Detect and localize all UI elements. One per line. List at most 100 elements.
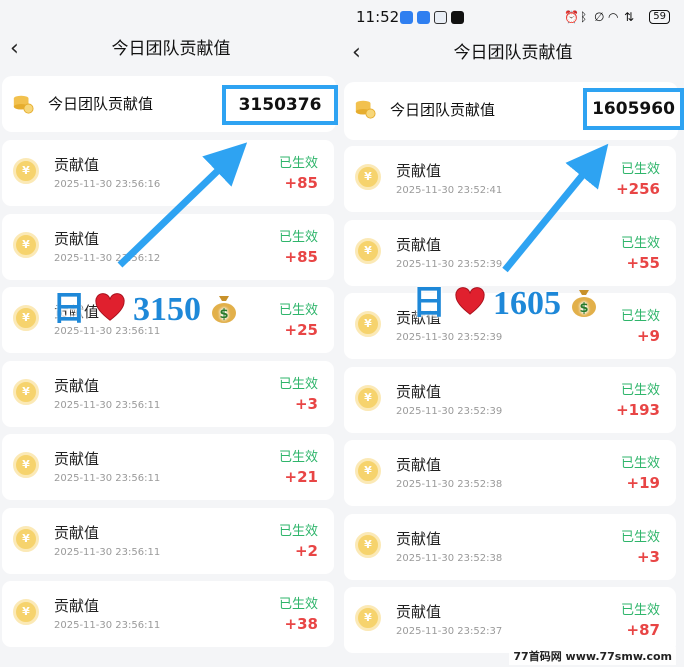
contribution-title: 贡献值 [54,597,100,615]
contribution-item[interactable]: ¥ 贡献值 2025-11-30 23:52:39 已生效 +9 [344,293,676,359]
contribution-amount: +3 [294,394,318,413]
contribution-amount: +87 [626,621,660,639]
contribution-title: 贡献值 [396,235,442,254]
contribution-item[interactable]: ¥ 贡献值 2025-11-30 23:52:38 已生效 +3 [344,513,676,580]
qq-icon [434,11,447,24]
left-screenshot: ‹ 今日团队贡献值 今日团队贡献值 3150376 ¥ 贡献值 2025-11-30… [0,0,342,667]
contribution-time: 2025-11-30 23:52:38 [396,552,503,564]
contribution-item[interactable]: ¥ 贡献值 2025-11-30 23:56:11 已生效 +38 [2,581,334,647]
contribution-title: 贡献值 [54,156,100,174]
contribution-title: 贡献值 [396,162,442,180]
contribution-title: 贡献值 [54,303,100,321]
coin-stack-icon [13,95,34,114]
yuan-coin-icon: ¥ [355,237,381,264]
yuan-coin-icon: ¥ [355,605,381,631]
status-badge: 已生效 [620,603,660,618]
contribution-item[interactable]: ¥ 贡献值 2025-11-30 23:52:39 已生效 +193 [344,366,676,433]
contribution-amount: +19 [626,474,660,492]
contribution-title: 贡献值 [396,603,442,621]
contribution-item[interactable]: ¥ 贡献值 2025-11-30 23:56:11 已生效 +25 [2,287,334,353]
contribution-title: 贡献值 [54,450,100,468]
contribution-time: 2025-11-30 23:52:39 [396,258,503,270]
yuan-coin-icon: ¥ [355,384,381,411]
yuan-coin-icon: ¥ [13,525,39,552]
status-badge: 已生效 [620,162,660,177]
contribution-time: 2025-11-30 23:52:41 [396,185,503,196]
contribution-amount: +193 [616,400,660,419]
mute-icon: ∅ [594,10,605,24]
status-badge: 已生效 [620,382,660,398]
right-screenshot: 11:52 ⏰ ᛒ ∅ ◠ ⇅ 59 ‹ 今日团队贡献值 今日团队贡献值 160… [342,0,684,667]
wifi-icon: ◠ [608,10,619,24]
status-badge: 已生效 [620,529,660,545]
yuan-coin-icon: ¥ [355,531,381,558]
yuan-coin-icon: ¥ [13,599,39,625]
contribution-title: 贡献值 [396,309,442,327]
status-badge: 已生效 [620,235,660,251]
contribution-title: 贡献值 [396,382,442,401]
contribution-item[interactable]: ¥ 贡献值 2025-11-30 23:52:39 已生效 +55 [344,219,676,286]
yuan-coin-icon: ¥ [355,164,381,190]
contribution-item[interactable]: ¥ 贡献值 2025-11-30 23:56:12 已生效 +85 [2,213,334,280]
bluetooth-icon: ᛒ [580,10,588,24]
contribution-amount: +9 [636,327,660,345]
status-bar: 11:52 ⏰ ᛒ ∅ ◠ ⇅ 59 [342,0,684,34]
contribution-time: 2025-11-30 23:56:11 [54,326,161,337]
contribution-title: 贡献值 [396,529,442,548]
contribution-time: 2025-11-30 23:56:11 [54,546,161,558]
contribution-item[interactable]: ¥ 贡献值 2025-11-30 23:56:11 已生效 +3 [2,360,334,427]
contribution-time: 2025-11-30 23:56:11 [54,399,161,411]
contribution-item[interactable]: ¥ 贡献值 2025-11-30 23:56:11 已生效 +21 [2,434,334,500]
team-contribution-label: 今日团队贡献值 [390,101,496,119]
data-icon: ⇅ [624,10,635,24]
contribution-item[interactable]: ¥ 贡献值 2025-11-30 23:52:38 已生效 +19 [344,440,676,506]
yuan-coin-icon: ¥ [13,158,39,184]
title-bar: ‹ 今日团队贡献值 [0,32,342,66]
contribution-amount: +85 [284,174,318,192]
status-badge: 已生效 [278,229,318,245]
yuan-coin-icon: ¥ [13,305,39,331]
status-badge: 已生效 [278,303,318,318]
contribution-amount: +3 [636,547,660,566]
contribution-time: 2025-11-30 23:56:16 [54,179,161,190]
status-badge: 已生效 [620,456,660,471]
contribution-title: 贡献值 [54,229,100,248]
status-time: 11:52 [356,8,400,26]
contribution-amount: +256 [616,180,660,198]
contribution-item[interactable]: ¥ 贡献值 2025-11-30 23:52:41 已生效 +256 [344,146,676,212]
team-contribution-label: 今日团队贡献值 [48,95,154,113]
contribution-time: 2025-11-30 23:52:39 [396,332,503,343]
yuan-coin-icon: ¥ [355,458,381,484]
status-badge: 已生效 [278,156,318,171]
contribution-item[interactable]: ¥ 贡献值 2025-11-30 23:56:16 已生效 +85 [2,140,334,206]
yuan-coin-icon: ¥ [13,231,39,258]
title-bar: ‹ 今日团队贡献值 [342,36,684,70]
team-total-highlight: 3150376 [222,85,338,125]
page-title: 今日团队贡献值 [111,39,231,59]
status-badge: 已生效 [620,309,660,324]
tiktok-icon [451,11,464,24]
yuan-coin-icon: ¥ [13,452,39,478]
status-badge: 已生效 [278,523,318,539]
contribution-amount: +2 [294,541,318,560]
contribution-time: 2025-11-30 23:56:11 [54,620,161,631]
contribution-amount: +25 [284,321,318,339]
contribution-item[interactable]: ¥ 贡献值 2025-11-30 23:56:11 已生效 +2 [2,507,334,574]
contribution-item[interactable]: ¥ 贡献值 2025-11-30 23:52:37 已生效 +87 [344,587,676,653]
contribution-amount: +38 [284,615,318,633]
alarm-icon: ⏰ [564,10,579,24]
contribution-time: 2025-11-30 23:52:39 [396,405,503,417]
contribution-title: 贡献值 [54,376,100,395]
status-badge: 已生效 [278,597,318,612]
watermark: 77首码网 www.77smw.com [509,647,676,665]
battery-indicator: 59 [649,10,670,24]
contribution-time: 2025-11-30 23:56:11 [54,473,161,484]
contribution-title: 贡献值 [54,523,100,542]
contribution-amount: +85 [284,247,318,266]
contribution-title: 贡献值 [396,456,442,474]
yuan-coin-icon: ¥ [355,311,381,337]
team-total-highlight: 1605960 [583,88,684,130]
contribution-time: 2025-11-30 23:52:38 [396,479,503,490]
status-badge: 已生效 [278,376,318,392]
contribution-amount: +55 [626,253,660,272]
